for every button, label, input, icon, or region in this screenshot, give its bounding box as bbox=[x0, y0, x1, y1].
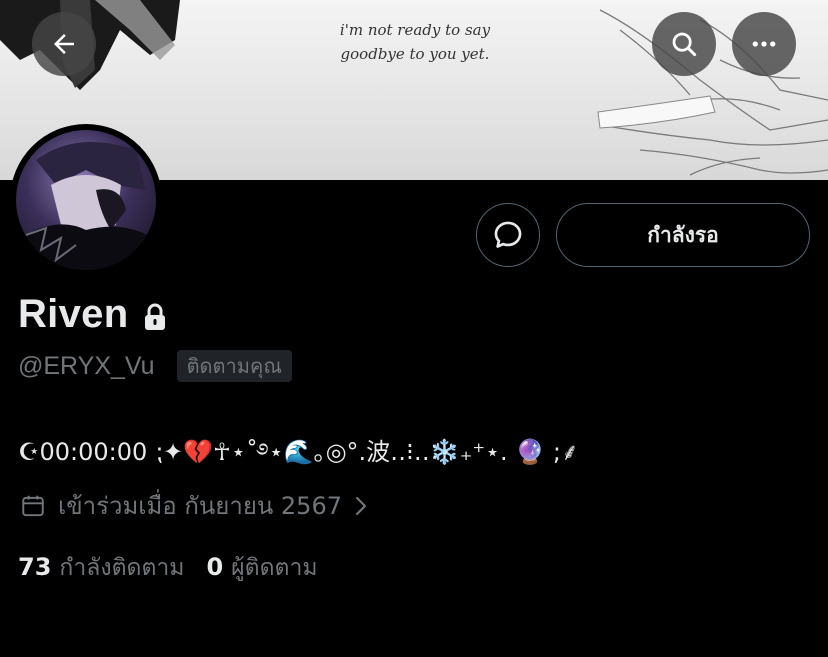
follows-you-badge: ติดตามคุณ bbox=[176, 350, 292, 382]
followers-stat[interactable]: 0 ผู้ติดตาม bbox=[206, 550, 317, 586]
more-options-button[interactable] bbox=[732, 12, 796, 76]
following-stat[interactable]: 73 กำลังติดตาม bbox=[18, 550, 184, 586]
joined-date-text: เข้าร่วมเมื่อ กันยายน 2567 bbox=[58, 492, 342, 520]
following-count: 73 bbox=[18, 553, 52, 581]
avatar-image bbox=[16, 130, 156, 270]
message-button[interactable] bbox=[476, 203, 540, 267]
search-button[interactable] bbox=[652, 12, 716, 76]
joined-date-row[interactable]: เข้าร่วมเมื่อ กันยายน 2567 bbox=[20, 486, 368, 525]
search-icon bbox=[672, 32, 697, 57]
following-label: กำลังติดตาม bbox=[59, 555, 185, 581]
username-handle: @ERYX_Vu bbox=[18, 351, 155, 380]
followers-label: ผู้ติดตาม bbox=[231, 555, 318, 581]
arrow-left-icon bbox=[54, 34, 74, 54]
back-button[interactable] bbox=[32, 12, 96, 76]
pending-follow-button[interactable]: กำลังรอ bbox=[556, 203, 810, 267]
more-horizontal-icon bbox=[752, 41, 776, 47]
message-icon bbox=[494, 221, 522, 248]
chevron-right-icon bbox=[355, 496, 367, 515]
banner-quote: i'm not ready to say goodbye to you yet. bbox=[330, 18, 500, 66]
name-row: Riven bbox=[18, 292, 168, 337]
profile-bio: ☪︎00:00:00 ⁏✦💔☥⋆˚࿔⋆🌊｡◎°.波‥⁝‥❄️₊⁺⋆. 🔮 ;⸙ bbox=[18, 438, 579, 466]
handle-row: @ERYX_Vu ติดตามคุณ bbox=[18, 350, 292, 382]
follow-stats: 73 กำลังติดตาม 0 ผู้ติดตาม bbox=[18, 550, 318, 586]
profile-page: i'm not ready to say goodbye to you yet. bbox=[0, 0, 828, 657]
avatar[interactable] bbox=[10, 124, 162, 276]
banner-quote-line1: i'm not ready to say bbox=[339, 21, 491, 39]
lock-icon bbox=[145, 303, 166, 330]
display-name: Riven bbox=[18, 292, 129, 336]
calendar-icon bbox=[22, 495, 44, 516]
banner-quote-line2: goodbye to you yet. bbox=[340, 45, 490, 63]
followers-count: 0 bbox=[206, 553, 224, 581]
